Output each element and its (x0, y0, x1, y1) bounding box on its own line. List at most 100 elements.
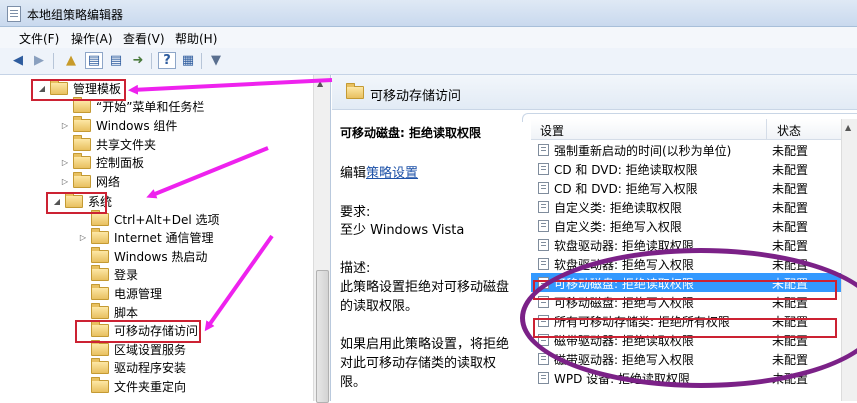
menu-file[interactable]: 文件(F) (19, 30, 59, 47)
setting-name: CD 和 DVD: 拒绝读取权限 (554, 163, 698, 177)
folder-icon (73, 116, 91, 132)
tree-node-label: 登录 (114, 268, 139, 282)
table-row[interactable]: CD 和 DVD: 拒绝读取权限 未配置 (531, 159, 841, 178)
tree-node-label: 网络 (96, 175, 121, 189)
folder-icon (73, 135, 91, 151)
policy-setting-icon (538, 258, 549, 270)
expand-icon[interactable]: ▷ (60, 177, 70, 186)
up-folder-icon[interactable]: ▲ (62, 52, 80, 69)
expand-icon[interactable]: ▷ (78, 233, 88, 242)
folder-icon (73, 153, 91, 169)
show-tree-icon[interactable]: ▤ (85, 52, 103, 69)
folder-icon (91, 377, 109, 393)
setting-state: 未配置 (772, 182, 809, 196)
menu-help[interactable]: 帮助(H) (175, 30, 217, 47)
tree-node-label: 控制面板 (96, 156, 145, 170)
app-icon (7, 6, 21, 22)
folder-icon (91, 284, 109, 300)
forward-arrow-icon[interactable]: ▶ (30, 52, 48, 69)
back-arrow-icon[interactable]: ◀ (9, 52, 27, 69)
policy-setting-icon (538, 163, 549, 175)
setting-name: 强制重新启动的时间(以秒为单位) (554, 144, 732, 158)
tree-node-label: Ctrl+Alt+Del 选项 (114, 213, 220, 227)
expand-icon[interactable]: ▷ (60, 158, 70, 167)
scroll-up-icon[interactable]: ▲ (845, 123, 851, 132)
tree-node[interactable]: ▷ Windows 组件 (60, 116, 177, 134)
expand-icon[interactable]: ▷ (60, 121, 70, 130)
folder-icon (91, 210, 109, 226)
policy-setting-icon (538, 239, 549, 251)
folder-icon (91, 228, 109, 244)
export-icon[interactable]: ➜ (129, 52, 147, 69)
highlight-box-removable-storage (75, 320, 201, 343)
setting-name: CD 和 DVD: 拒绝写入权限 (554, 182, 698, 196)
table-row[interactable]: 强制重新启动的时间(以秒为单位) 未配置 (531, 140, 841, 159)
tree-node[interactable]: 文件夹重定向 (78, 377, 187, 395)
setting-state: 未配置 (772, 163, 809, 177)
tree-node[interactable]: Windows 热启动 (78, 247, 208, 265)
folder-icon (91, 340, 109, 356)
tree-scrollbar[interactable]: ▲ (313, 75, 330, 403)
setting-state: 未配置 (772, 239, 809, 253)
tree-node[interactable]: 脚本 (78, 303, 139, 321)
properties-icon[interactable]: ▦ (179, 52, 197, 69)
highlight-box-system (46, 192, 107, 214)
setting-name: 自定义类: 拒绝读取权限 (554, 201, 682, 215)
column-header-setting[interactable]: 设置 (540, 122, 564, 139)
title-bar: 本地组策略编辑器 (0, 0, 857, 27)
edit-prefix: 编辑 (340, 166, 367, 181)
requirement-value: 至少 Windows Vista (340, 223, 465, 238)
setting-state: 未配置 (772, 220, 809, 234)
tree-node[interactable]: ▷ Internet 通信管理 (78, 228, 214, 246)
toolbar: ◀ ▶ ▲ ▤ ▤ ➜ ? ▦ ▼ (0, 48, 857, 75)
description-line: 此策略设置拒绝对可移动磁盘 (340, 280, 510, 295)
folder-icon (346, 83, 364, 99)
menu-view[interactable]: 查看(V) (123, 30, 165, 47)
scroll-up-icon[interactable]: ▲ (317, 79, 323, 88)
tree-node[interactable]: 电源管理 (78, 284, 163, 302)
tree-node-label: 文件夹重定向 (114, 380, 187, 394)
folder-icon (91, 247, 109, 263)
policy-setting-icon (538, 220, 549, 232)
folder-icon (73, 97, 91, 113)
edit-line: 编辑策略设置 (340, 164, 418, 183)
policy-settings-link[interactable]: 策略设置 (366, 166, 418, 181)
tree-node[interactable]: 共享文件夹 (60, 135, 156, 153)
column-header-state[interactable]: 状态 (777, 122, 801, 139)
tree-node[interactable]: ▷ 控制面板 (60, 153, 145, 171)
setting-state: 未配置 (772, 144, 809, 158)
tree-node[interactable]: 区域设置服务 (78, 340, 187, 358)
help-icon[interactable]: ? (158, 52, 176, 69)
setting-name: 自定义类: 拒绝写入权限 (554, 220, 682, 234)
policy-setting-icon (538, 372, 549, 384)
folder-icon (73, 172, 91, 188)
tree-node-label: Windows 热启动 (114, 250, 208, 264)
tree-node[interactable]: 驱动程序安装 (78, 358, 187, 376)
highlight-box-admin-templates (31, 79, 126, 101)
table-row[interactable]: 自定义类: 拒绝写入权限 未配置 (531, 216, 841, 235)
tree-node-label: 区域设置服务 (114, 343, 187, 357)
policy-setting-icon (538, 201, 549, 213)
description-line: 如果启用此策略设置，将拒绝 (340, 337, 510, 352)
tree-node-label: Internet 通信管理 (114, 231, 214, 245)
tree-node[interactable]: 登录 (78, 265, 139, 283)
tree-node-label: 脚本 (114, 306, 139, 320)
tree-node-label: 驱动程序安装 (114, 361, 187, 375)
description-line: 的读取权限。 (340, 299, 419, 314)
table-row[interactable]: CD 和 DVD: 拒绝写入权限 未配置 (531, 178, 841, 197)
description-panel: 可移动磁盘: 拒绝读取权限 编辑策略设置 要求: 至少 Windows Vist… (340, 110, 520, 401)
scroll-thumb[interactable] (316, 270, 329, 403)
folder-icon (91, 265, 109, 281)
export-list-icon[interactable]: ▤ (107, 52, 125, 69)
filter-icon[interactable]: ▼ (207, 52, 225, 69)
details-header-title: 可移动存储访问 (370, 89, 462, 104)
policy-title: 可移动磁盘: 拒绝读取权限 (340, 126, 481, 140)
description-line: 对此可移动存储类的读取权 (340, 356, 497, 371)
table-row[interactable]: 自定义类: 拒绝读取权限 未配置 (531, 197, 841, 216)
tree-node[interactable]: ▷ 网络 (60, 172, 121, 190)
description-line: 限。 (340, 375, 367, 390)
folder-icon (91, 358, 109, 374)
policy-setting-icon (538, 182, 549, 194)
tree-node-label: 电源管理 (114, 287, 163, 301)
menu-action[interactable]: 操作(A) (71, 30, 113, 47)
